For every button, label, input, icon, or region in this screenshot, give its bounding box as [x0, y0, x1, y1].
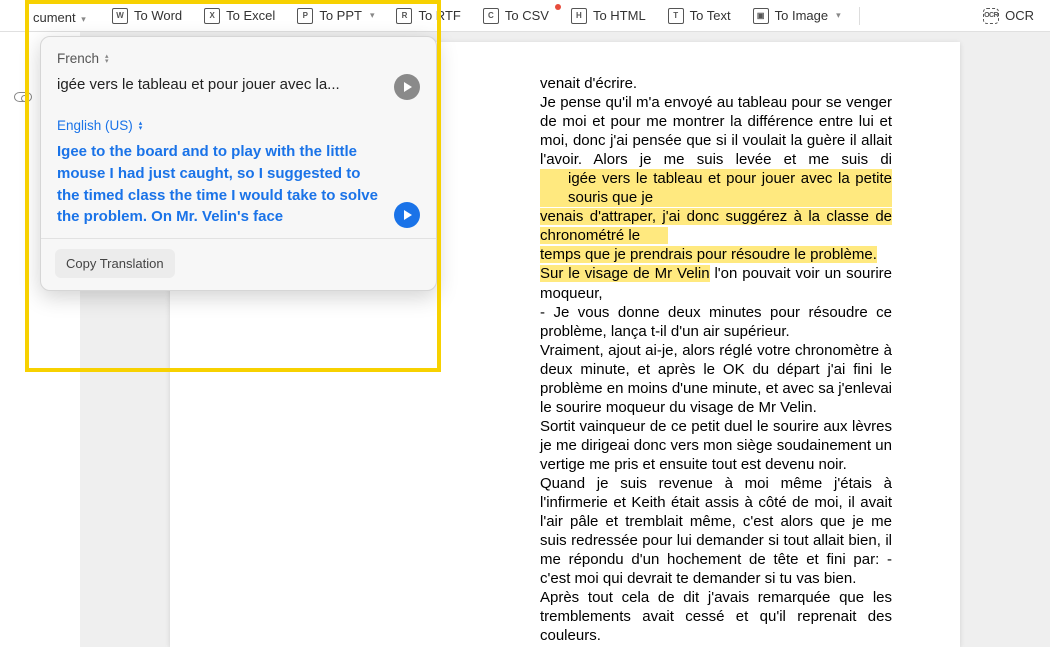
toolbar: cument ▾ WTo Word XTo Excel PTo PPT▾ RTo… [0, 0, 1050, 32]
sort-icon: ▴▾ [139, 121, 143, 131]
text-icon: T [668, 8, 684, 24]
word-icon: W [112, 8, 128, 24]
text-paragraph: Je pense qu'il m'a envoyé au tableau pou… [540, 93, 892, 303]
to-image-button[interactable]: ▣To Image▾ [745, 6, 849, 26]
source-language-selector[interactable]: French ▴▾ [57, 51, 420, 66]
highlighted-text: igée vers le tableau et pour jouer avec … [540, 169, 892, 207]
chevron-down-icon: ▾ [370, 10, 375, 21]
text-line: venait d'écrire. [540, 74, 892, 93]
to-word-button[interactable]: WTo Word [104, 6, 190, 26]
text-paragraph: Quand je suis revenue à moi même j'étais… [540, 474, 892, 588]
source-text: igée vers le tableau et pour jouer avec … [57, 74, 340, 95]
play-translation-button[interactable] [394, 202, 420, 228]
target-language-selector[interactable]: English (US) ▴▾ [57, 118, 420, 133]
title-fragment: cument ▾ [33, 10, 86, 25]
highlighted-text: venais d'attraper, j'ai donc suggérez à … [540, 208, 892, 244]
rtf-icon: R [396, 8, 412, 24]
to-html-button[interactable]: HTo HTML [563, 6, 654, 26]
ocr-button[interactable]: OCROCR [975, 6, 1042, 26]
ocr-icon: OCR [983, 8, 999, 24]
excel-icon: X [204, 8, 220, 24]
translation-panel: French ▴▾ igée vers le tableau et pour j… [40, 36, 437, 291]
separator [859, 7, 860, 25]
csv-icon: C [483, 8, 499, 24]
text-paragraph: Vraiment, ajout ai-je, alors réglé votre… [540, 341, 892, 417]
highlighted-text: temps que je prendrais pour résoudre le … [540, 246, 877, 263]
to-rtf-button[interactable]: RTo RTF [388, 6, 468, 26]
to-text-button[interactable]: TTo Text [660, 6, 739, 26]
image-icon: ▣ [753, 8, 769, 24]
ppt-icon: P [297, 8, 313, 24]
to-csv-button[interactable]: CTo CSV [475, 6, 557, 26]
translated-text: Igee to the board and to play with the l… [57, 141, 384, 228]
highlighted-text: Sur le visage de Mr Velin [540, 265, 710, 282]
visibility-icon[interactable] [14, 92, 32, 102]
chevron-down-icon: ▾ [836, 10, 841, 21]
to-excel-button[interactable]: XTo Excel [196, 6, 283, 26]
text-paragraph: Sortit vainqueur de ce petit duel le sou… [540, 417, 892, 474]
new-badge-icon [555, 4, 561, 10]
play-source-button[interactable] [394, 74, 420, 100]
text-paragraph: Après tout cela de dit j'avais remarquée… [540, 588, 892, 645]
to-ppt-button[interactable]: PTo PPT▾ [289, 6, 382, 26]
html-icon: H [571, 8, 587, 24]
copy-translation-button[interactable]: Copy Translation [55, 249, 175, 278]
text-paragraph: - Je vous donne deux minutes pour résoud… [540, 303, 892, 341]
sort-icon: ▴▾ [105, 54, 109, 64]
